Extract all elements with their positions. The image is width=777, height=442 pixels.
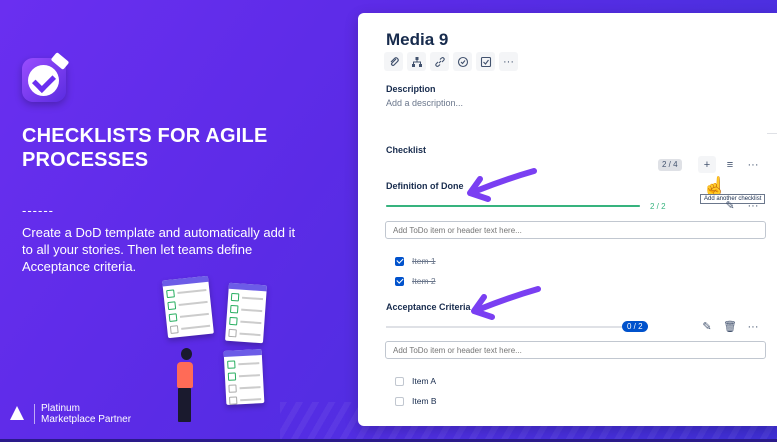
issue-card: Media 9 ··· Description Add a descriptio… [358,13,777,426]
section-title-definition-of-done: Definition of Done [386,181,464,191]
divider [767,133,777,134]
edit-icon[interactable]: ✎ [698,318,716,335]
progress-label-definition-of-done: 2 / 2 [650,202,666,211]
app-logo-icon [22,52,70,102]
section-title-acceptance-criteria: Acceptance Criteria [386,302,471,312]
add-item-input-definition-of-done[interactable] [385,221,766,239]
partner-tier: Platinum [41,403,80,414]
checkbox-unchecked[interactable] [395,396,404,406]
checkbox-checked[interactable] [395,256,404,266]
section-more-button[interactable]: ··· [744,318,762,335]
pointer-arrow-icon [471,286,541,320]
trash-icon[interactable]: 🗑 [721,318,739,335]
dash-separator: ------ [22,203,54,218]
checklist-item[interactable]: Item B [395,396,437,406]
add-item-input-acceptance-criteria[interactable] [385,341,766,359]
description-placeholder[interactable]: Add a description... [386,98,463,108]
filter-icon[interactable]: ≡ [721,156,739,173]
marketing-headline: CHECKLISTS FOR AGILE PROCESSES [22,125,268,171]
checkbox-unchecked[interactable] [395,376,404,386]
section-more-button[interactable]: ··· [744,197,762,214]
atlassian-partner-badge: Platinum Marketplace Partner [8,403,131,425]
checklist-item[interactable]: Item A [395,376,436,386]
checklist-label: Checklist [386,145,427,155]
progress-bar-acceptance-criteria [386,326,622,328]
description-label: Description [386,84,436,94]
issue-toolbar: ··· [384,52,518,71]
item-label: Item B [412,396,437,406]
add-checklist-button[interactable]: + [698,156,716,173]
hierarchy-icon[interactable] [407,52,426,71]
progress-label-acceptance-criteria: 0 / 2 [622,321,648,332]
checkbox-checked[interactable] [395,276,404,286]
item-label: Item 2 [412,276,436,286]
progress-bar-definition-of-done [386,205,640,207]
clock-icon[interactable] [453,52,472,71]
checklist-item[interactable]: Item 2 [395,276,436,286]
pointer-arrow-icon [467,168,537,202]
checklist-illustration [162,275,275,428]
item-label: Item 1 [412,256,436,266]
marketing-blurb: Create a DoD template and automatically … [22,225,296,274]
checklist-icon[interactable] [476,52,495,71]
checklist-item[interactable]: Item 1 [395,256,436,266]
more-icon[interactable]: ··· [499,52,518,71]
checklist-more-button[interactable]: ··· [744,156,762,173]
atlassian-logo-icon [8,404,26,424]
issue-title: Media 9 [386,30,449,49]
partner-program: Marketplace Partner [41,414,132,425]
paperclip-icon[interactable] [384,52,403,71]
edit-icon[interactable]: ✎ [721,197,739,214]
link-icon[interactable] [430,52,449,71]
checklist-count-badge: 2 / 4 [658,159,682,171]
item-label: Item A [412,376,437,386]
